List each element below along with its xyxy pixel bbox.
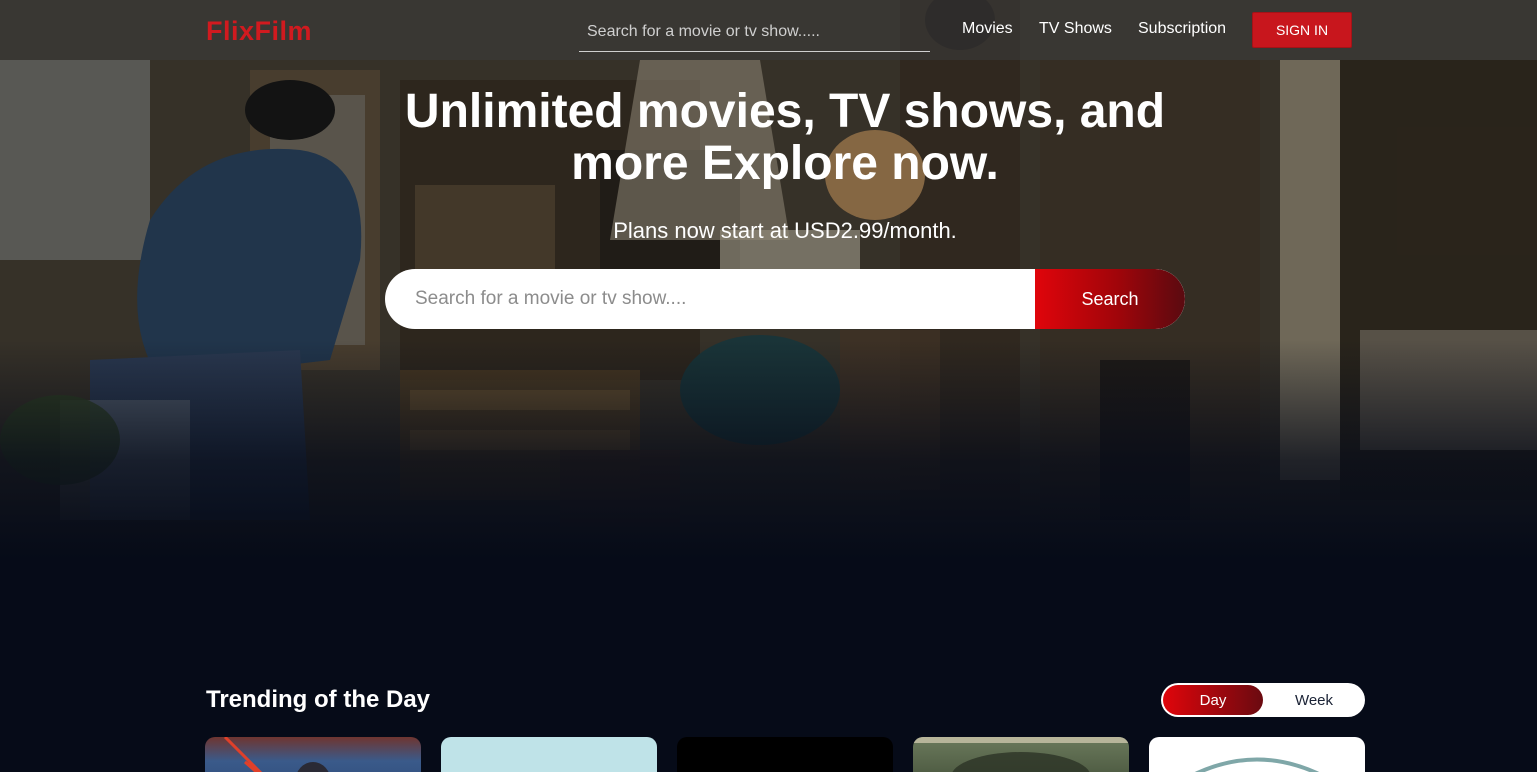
hero-search-bar: Search	[385, 269, 1185, 329]
nav-link-subscription[interactable]: Subscription	[1138, 20, 1226, 38]
nav-link-movies[interactable]: Movies	[962, 20, 1013, 38]
brand-logo[interactable]: FlixFilm	[206, 16, 312, 47]
hero-headline-line2: more Explore now.	[571, 137, 999, 190]
sign-in-button[interactable]: SIGN IN	[1252, 12, 1352, 48]
card-poster-5	[1194, 757, 1320, 772]
trending-card-5[interactable]	[1149, 737, 1365, 772]
trending-card-2[interactable]	[441, 737, 657, 772]
trending-card-3[interactable]	[677, 737, 893, 772]
hero-search-input[interactable]	[385, 269, 1035, 329]
hero-search-button[interactable]: Search	[1035, 269, 1185, 329]
hero-subtitle: Plans now start at USD2.99/month.	[613, 218, 957, 243]
trending-card-4[interactable]	[913, 737, 1129, 772]
nav-link-tv-shows[interactable]: TV Shows	[1039, 20, 1112, 38]
toggle-week-option[interactable]: Week	[1263, 683, 1365, 717]
hero-headline-line1: Unlimited movies, TV shows, and	[404, 85, 1166, 138]
hero-headline: Unlimited movies, TV shows, and more Exp…	[340, 86, 1230, 190]
nav-search-input[interactable]	[579, 12, 930, 51]
top-navbar: FlixFilm Movies TV Shows Subscription SI…	[0, 0, 1537, 60]
hero-fade-overlay	[0, 340, 1537, 560]
nav-search-field[interactable]	[579, 12, 930, 52]
card-poster-1	[223, 737, 329, 772]
card-poster-4	[913, 737, 1129, 772]
trending-title: Trending of the Day	[206, 686, 431, 713]
trending-card-1[interactable]	[205, 737, 421, 772]
trending-period-toggle: Day Week	[1161, 683, 1365, 717]
toggle-day-option[interactable]: Day	[1163, 685, 1263, 715]
